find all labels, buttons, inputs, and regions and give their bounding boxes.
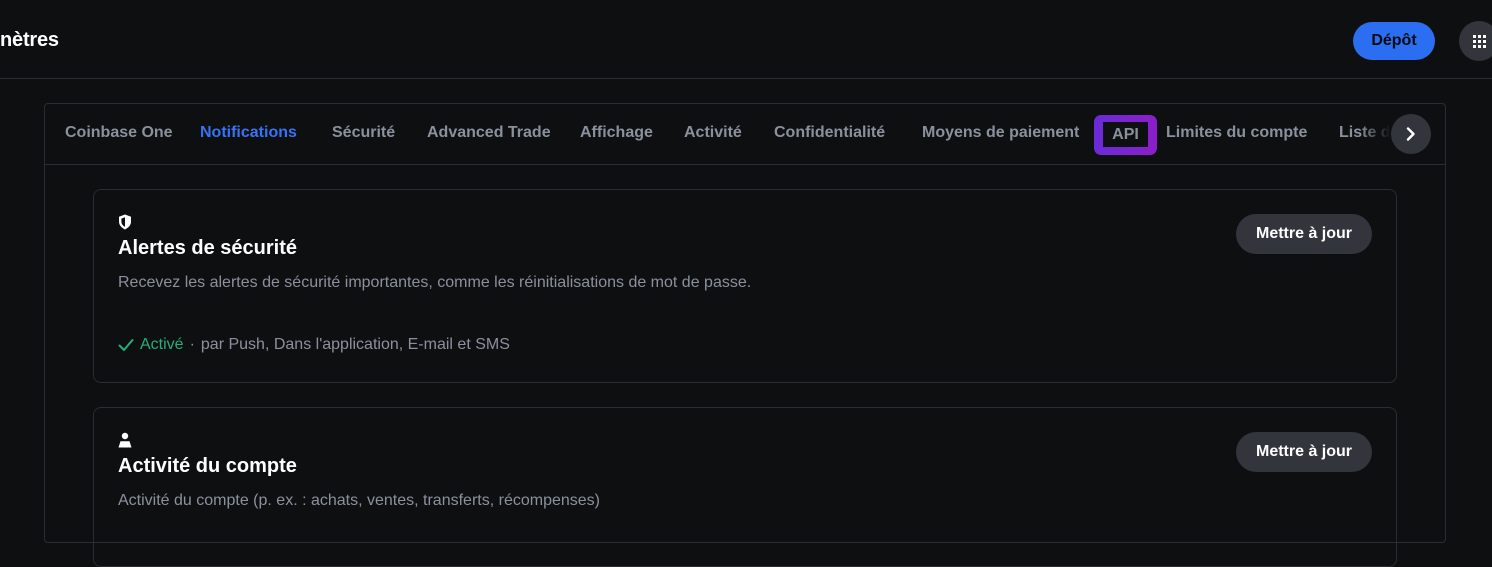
tab-confidentialite[interactable]: Confidentialité xyxy=(774,124,885,142)
tab-api[interactable]: API xyxy=(1094,115,1157,155)
settings-tabs: Coinbase One Notifications Sécurité Adva… xyxy=(45,104,1445,165)
user-icon xyxy=(118,432,132,448)
tab-securite[interactable]: Sécurité xyxy=(332,124,395,142)
tab-api-label: API xyxy=(1103,122,1148,147)
status-state: Activé xyxy=(140,336,184,353)
page-title: nètres xyxy=(0,29,59,51)
tab-moyens-de-paiement[interactable]: Moyens de paiement xyxy=(922,124,1079,142)
notification-status: Activé · par Push, Dans l'application, E… xyxy=(118,336,510,354)
tab-limites-du-compte[interactable]: Limites du compte xyxy=(1166,124,1307,142)
tab-notifications[interactable]: Notifications xyxy=(200,124,297,142)
card-title: Activité du compte xyxy=(118,455,297,477)
status-channels: par Push, Dans l'application, E-mail et … xyxy=(200,336,510,353)
tab-activite[interactable]: Activité xyxy=(684,124,742,142)
tab-advanced-trade[interactable]: Advanced Trade xyxy=(427,124,551,142)
tab-affichage[interactable]: Affichage xyxy=(580,124,653,142)
update-button[interactable]: Mettre à jour xyxy=(1236,214,1372,254)
shield-icon xyxy=(119,214,131,230)
grid-icon xyxy=(1473,34,1486,48)
card-description: Activité du compte (p. ex. : achats, ven… xyxy=(118,492,600,509)
status-separator: · xyxy=(189,336,195,353)
tabs-scroll-right-button[interactable] xyxy=(1391,114,1431,154)
security-alerts-card: Alertes de sécurité Recevez les alertes … xyxy=(93,189,1397,383)
update-button[interactable]: Mettre à jour xyxy=(1236,432,1372,472)
apps-menu-button[interactable] xyxy=(1459,21,1492,61)
tab-coinbase-one[interactable]: Coinbase One xyxy=(65,124,173,142)
card-description: Recevez les alertes de sécurité importan… xyxy=(118,274,752,291)
top-bar: nètres Dépôt xyxy=(0,0,1492,79)
check-icon xyxy=(118,339,134,351)
account-activity-card: Activité du compte Activité du compte (p… xyxy=(93,407,1397,567)
deposit-button[interactable]: Dépôt xyxy=(1353,22,1435,60)
card-title: Alertes de sécurité xyxy=(118,237,297,259)
tab-liste[interactable]: Liste d xyxy=(1339,124,1391,142)
chevron-right-icon xyxy=(1406,127,1415,141)
settings-panel: Coinbase One Notifications Sécurité Adva… xyxy=(44,103,1446,567)
